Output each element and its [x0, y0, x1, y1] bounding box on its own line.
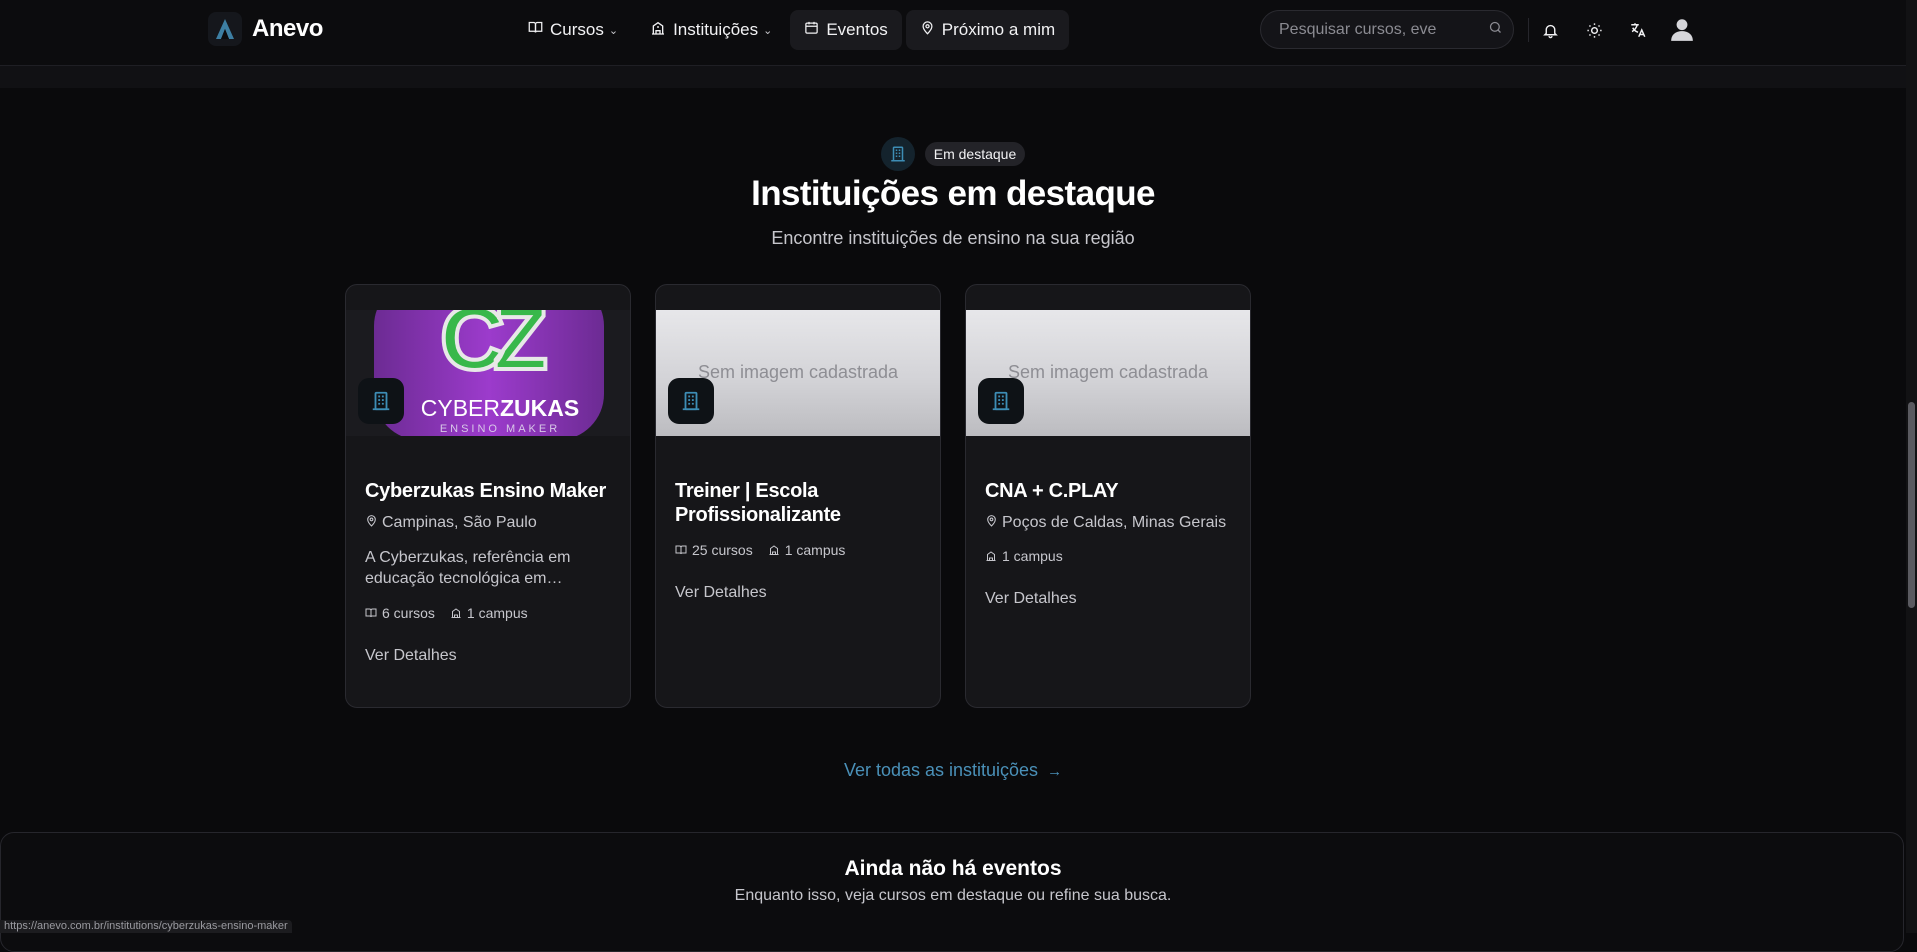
nav-instituicoes[interactable]: Instituições ⌄ — [636, 10, 786, 50]
map-pin-icon — [985, 514, 998, 532]
chevron-down-icon: ⌄ — [608, 24, 619, 37]
details-link[interactable]: Ver Detalhes — [675, 584, 767, 602]
institution-card[interactable]: Sem imagem cadastrada Treiner | Escola P… — [655, 284, 941, 708]
school-icon — [769, 545, 779, 555]
building-icon — [978, 378, 1024, 424]
scrollbar-thumb[interactable] — [1908, 402, 1915, 608]
institution-stats: 1 campus — [985, 548, 1063, 564]
campus-count: 1 campus — [768, 542, 845, 558]
top-header: Anevo Cursos ⌄ Instituições ⌄ Eventos Pr… — [0, 0, 1906, 66]
building-icon — [880, 137, 915, 171]
anevo-logo-icon — [208, 12, 242, 46]
logo[interactable]: Anevo — [208, 12, 323, 46]
institution-name: Cyberzukas Ensino Maker — [365, 480, 606, 502]
nav-label: Eventos — [826, 20, 888, 39]
featured-badge: Em destaque — [924, 142, 1026, 166]
book-open-icon — [528, 20, 543, 40]
main-nav: Cursos ⌄ Instituições ⌄ Eventos Próximo … — [514, 10, 1070, 50]
see-all-institutions-link[interactable]: Ver todas as instituições → — [0, 760, 1906, 781]
nav-label: Cursos — [550, 20, 604, 39]
header-band — [0, 66, 1906, 88]
bell-icon[interactable] — [1538, 18, 1562, 42]
translate-icon[interactable] — [1626, 18, 1650, 42]
nav-eventos[interactable]: Eventos — [790, 10, 902, 50]
school-icon — [650, 20, 666, 41]
book-open-icon — [365, 608, 377, 618]
school-icon — [451, 608, 461, 618]
status-bar-url: https://anevo.com.br/institutions/cyberz… — [0, 920, 292, 933]
sun-icon[interactable] — [1582, 18, 1606, 42]
institution-location: Poços de Caldas, Minas Gerais — [985, 514, 1226, 532]
nav-cursos[interactable]: Cursos ⌄ — [514, 10, 632, 50]
section-title: Instituições em destaque — [751, 174, 1155, 213]
nav-label: Instituições — [673, 20, 759, 39]
details-link[interactable]: Ver Detalhes — [365, 647, 457, 665]
featured-badge-row: Em destaque — [0, 137, 1906, 171]
courses-count: 6 cursos — [365, 605, 435, 621]
campus-count: 1 campus — [450, 605, 528, 621]
courses-count: 25 cursos — [675, 542, 753, 558]
institution-stats: 25 cursos 1 campus — [675, 542, 845, 558]
institution-location: Campinas, São Paulo — [365, 514, 537, 532]
campus-count: 1 campus — [985, 548, 1063, 564]
institution-stats: 6 cursos 1 campus — [365, 605, 528, 621]
search-box[interactable] — [1260, 10, 1514, 49]
institution-card[interactable]: CZ CYBERZUKAS ENSINO MAKER Cyberzukas En… — [345, 284, 631, 708]
map-pin-icon — [365, 514, 378, 532]
arrow-right-icon: → — [1047, 763, 1063, 780]
section-subtitle: Encontre instituições de ensino na sua r… — [771, 228, 1135, 248]
institution-name: CNA + C.PLAY — [985, 480, 1119, 502]
institution-card[interactable]: Sem imagem cadastrada CNA + C.PLAY Poços… — [965, 284, 1251, 708]
institution-description: A Cyberzukas, referência em educação tec… — [365, 549, 571, 587]
nav-label: Próximo a mim — [941, 20, 1056, 39]
app-name: Anevo — [252, 15, 323, 42]
nav-proximo-a-mim[interactable]: Próximo a mim — [905, 10, 1070, 50]
events-empty-title: Ainda não há eventos — [844, 857, 1062, 880]
calendar-icon — [804, 20, 819, 40]
details-link[interactable]: Ver Detalhes — [985, 590, 1077, 608]
events-empty-subtitle: Enquanto isso, veja cursos em destaque o… — [734, 887, 1172, 904]
map-pin-icon — [920, 20, 935, 40]
building-icon — [668, 378, 714, 424]
building-icon — [358, 378, 404, 424]
search-input[interactable] — [1277, 19, 1488, 40]
header-divider — [1528, 18, 1529, 42]
chevron-down-icon: ⌄ — [763, 24, 773, 37]
user-avatar-icon[interactable] — [1668, 15, 1696, 43]
search-icon[interactable] — [1488, 20, 1503, 40]
institution-name: Treiner | Escola Profissionalizante — [675, 480, 841, 526]
school-icon — [986, 551, 996, 561]
book-open-icon — [675, 545, 687, 555]
